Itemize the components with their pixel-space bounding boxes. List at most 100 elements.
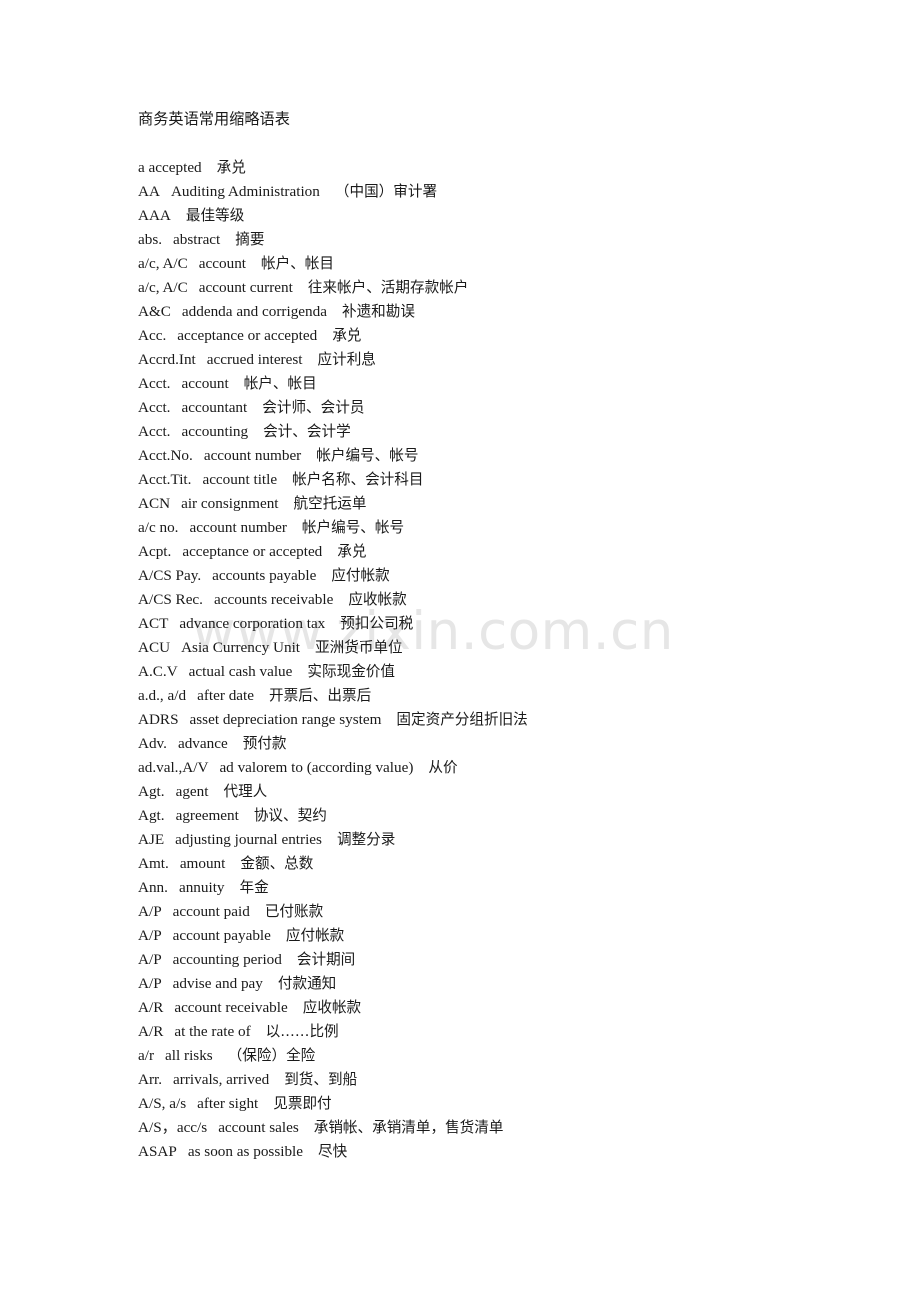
entry-chinese-gloss: 已付账款 xyxy=(264,903,324,920)
abbreviation-entry: Amt. amount 金额、总数 xyxy=(138,852,838,876)
abbreviation-entry: ACN air consignment 航空托运单 xyxy=(138,492,838,516)
entry-english-term: amount xyxy=(179,855,226,872)
entry-abbreviation: a/c, A/C xyxy=(138,255,188,272)
entry-chinese-gloss: 会计期间 xyxy=(296,951,356,968)
abbreviation-entry: AA Auditing Administration （中国）审计署 xyxy=(138,180,838,204)
entry-abbreviation: A.C.V xyxy=(138,663,178,680)
entry-english-term: advance xyxy=(177,735,228,752)
entry-chinese-gloss: 固定资产分组折旧法 xyxy=(396,711,528,728)
entry-abbreviation: A/P xyxy=(138,951,162,968)
entry-chinese-gloss: 往来帐户、活期存款帐户 xyxy=(307,279,469,296)
page-title: 商务英语常用缩略语表 xyxy=(138,111,290,128)
entry-chinese-gloss: 承销帐、承销清单，售货清单 xyxy=(313,1119,504,1136)
abbreviation-entry: A&C addenda and corrigenda 补遗和勘误 xyxy=(138,300,838,324)
entry-english-term: accountant xyxy=(181,399,248,416)
entry-chinese-gloss: 帐户名称、会计科目 xyxy=(292,471,424,488)
entry-english-term: all risks xyxy=(165,1047,213,1064)
abbreviation-entry: Agt. agent 代理人 xyxy=(138,780,838,804)
entry-english-term: acceptance or accepted xyxy=(182,543,323,560)
entry-abbreviation: ADRS xyxy=(138,711,179,728)
abbreviation-entry: Acct.Tit. account title 帐户名称、会计科目 xyxy=(138,468,838,492)
entry-abbreviation: Acct. xyxy=(138,399,171,416)
entry-english-term: accounts receivable xyxy=(213,591,334,608)
entry-chinese-gloss: 付款通知 xyxy=(277,975,337,992)
entry-abbreviation: abs. xyxy=(138,231,163,248)
entry-chinese-gloss: （保险）全险 xyxy=(227,1047,316,1064)
abbreviation-entry: Acpt. acceptance or accepted 承兑 xyxy=(138,540,838,564)
entry-chinese-gloss: 应付帐款 xyxy=(331,567,390,584)
entry-chinese-gloss: 承兑 xyxy=(216,159,246,176)
abbreviation-entry: Agt. agreement 协议、契约 xyxy=(138,804,838,828)
abbreviation-entry: Acct. accountant 会计师、会计员 xyxy=(138,396,838,420)
abbreviation-entry: A/S, a/s after sight 见票即付 xyxy=(138,1092,838,1116)
entry-abbreviation: ASAP xyxy=(138,1143,177,1160)
abbreviation-entry: A/CS Pay. accounts payable 应付帐款 xyxy=(138,564,838,588)
entry-chinese-gloss: 开票后、出票后 xyxy=(269,687,372,704)
abbreviation-entry: Ann. annuity 年金 xyxy=(138,876,838,900)
abbreviation-list: a accepted 承兑 AA Auditing Administration （中国… xyxy=(138,156,838,1164)
entry-english-term: account receivable xyxy=(174,999,288,1016)
entry-english-term: agreement xyxy=(175,807,239,824)
entry-chinese-gloss: 承兑 xyxy=(332,327,362,344)
abbreviation-entry: A.C.V actual cash value 实际现金价值 xyxy=(138,660,838,684)
entry-chinese-gloss: 帐户、帐目 xyxy=(243,375,317,392)
entry-abbreviation: A/S，acc/s xyxy=(138,1119,208,1136)
entry-abbreviation: A/P xyxy=(138,927,162,944)
entry-chinese-gloss: 会计、会计学 xyxy=(263,423,351,440)
entry-english-term: Auditing Administration xyxy=(170,183,320,200)
entry-chinese-gloss: 见票即付 xyxy=(273,1095,332,1112)
entry-english-term: actual cash value xyxy=(188,663,293,680)
entry-english-term: account xyxy=(181,375,229,392)
entry-chinese-gloss: 承兑 xyxy=(337,543,367,560)
entry-abbreviation: Acct.No. xyxy=(138,447,193,464)
entry-chinese-gloss: （中国）审计署 xyxy=(334,183,438,200)
entry-english-term: at the rate of xyxy=(174,1023,251,1040)
entry-chinese-gloss: 亚洲货币单位 xyxy=(315,639,403,656)
entry-chinese-gloss: 帐户编号、帐号 xyxy=(316,447,419,464)
entry-english-term: account sales xyxy=(218,1119,299,1136)
entry-abbreviation: a.d., a/d xyxy=(138,687,187,704)
abbreviation-entry: a/c, A/C account current 往来帐户、活期存款帐户 xyxy=(138,276,838,300)
entry-abbreviation: ACN xyxy=(138,495,171,512)
entry-english-term: account title xyxy=(202,471,278,488)
abbreviation-entry: Acct. account 帐户、帐目 xyxy=(138,372,838,396)
entry-abbreviation: A/R xyxy=(138,999,164,1016)
entry-abbreviation: Acct.Tit. xyxy=(138,471,192,488)
abbreviation-entry: Acc. acceptance or accepted 承兑 xyxy=(138,324,838,348)
entry-abbreviation: A/P xyxy=(138,903,162,920)
entry-abbreviation: A/S, a/s xyxy=(138,1095,187,1112)
abbreviation-entry: a accepted 承兑 xyxy=(138,156,838,180)
entry-abbreviation: Agt. xyxy=(138,807,165,824)
abbreviation-entry: ACU Asia Currency Unit 亚洲货币单位 xyxy=(138,636,838,660)
abbreviation-entry: A/P account paid 已付账款 xyxy=(138,900,838,924)
abbreviation-entry: A/S，acc/s account sales 承销帐、承销清单，售货清单 xyxy=(138,1116,838,1140)
entry-chinese-gloss: 航空托运单 xyxy=(293,495,367,512)
abbreviation-entry: Acct.No. account number 帐户编号、帐号 xyxy=(138,444,838,468)
entry-abbreviation: ACT xyxy=(138,615,169,632)
entry-english-term: agent xyxy=(175,783,209,800)
entry-abbreviation: a accepted xyxy=(138,159,202,176)
entry-chinese-gloss: 帐户、帐目 xyxy=(261,255,334,272)
entry-english-term: asset depreciation range system xyxy=(189,711,382,728)
entry-chinese-gloss: 以……比例 xyxy=(265,1023,339,1040)
abbreviation-entry: AJE adjusting journal entries 调整分录 xyxy=(138,828,838,852)
entry-chinese-gloss: 预付款 xyxy=(242,735,287,752)
entry-english-term: advise and pay xyxy=(172,975,263,992)
abbreviation-entry: Accrd.Int accrued interest 应计利息 xyxy=(138,348,838,372)
abbreviation-entry: ad.val.,A/V ad valorem to (according valu… xyxy=(138,756,838,780)
entry-english-term: arrivals, arrived xyxy=(173,1071,270,1088)
entry-english-term: air consignment xyxy=(181,495,279,512)
abbreviation-entry: a.d., a/d after date 开票后、出票后 xyxy=(138,684,838,708)
entry-chinese-gloss: 从价 xyxy=(428,759,458,776)
entry-abbreviation: A&C xyxy=(138,303,171,320)
entry-abbreviation: A/P xyxy=(138,975,162,992)
entry-abbreviation: Adv. xyxy=(138,735,167,752)
abbreviation-entry: A/R account receivable 应收帐款 xyxy=(138,996,838,1020)
entry-english-term: account xyxy=(198,255,247,272)
abbreviation-entry: a/c no. account number 帐户编号、帐号 xyxy=(138,516,838,540)
abbreviation-entry: a/c, A/C account 帐户、帐目 xyxy=(138,252,838,276)
entry-english-term: account number xyxy=(189,519,287,536)
entry-abbreviation: A/R xyxy=(138,1023,164,1040)
entry-english-term: abstract xyxy=(173,231,221,248)
entry-english-term: after sight xyxy=(197,1095,259,1112)
